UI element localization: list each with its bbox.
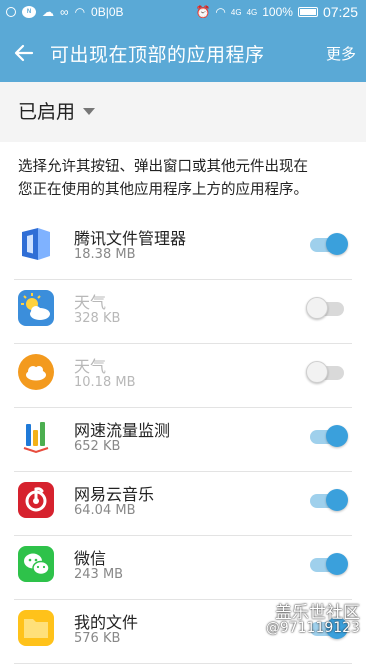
status-bar: N ☁ ∞ ◠ 0B|0B ⏰ ◠ 4G 4G 100% 07:25 [0,0,366,24]
sync-icon: ☁ [42,5,54,19]
app-list: 腾讯文件管理器 18.38 MB 天气 328 KB 天气 10.18 MB 网… [0,216,366,664]
signal-4g-2: 4G [246,7,258,17]
permission-toggle[interactable] [310,488,348,512]
app-name: 网速流量监测 [74,421,171,440]
app-row-netease-music[interactable]: 网易云音乐 64.04 MB [0,472,366,536]
page-title: 可出现在顶部的应用程序 [50,43,265,66]
network-monitor-icon [18,418,54,454]
net-speed: 0B|0B [91,5,124,19]
wifi-icon: ◠ [74,5,86,19]
app-name: 天气 [74,357,107,376]
permission-toggle[interactable] [310,232,348,256]
my-files-icon [18,610,54,646]
app-size: 328 KB [74,311,121,326]
app-name: 天气 [74,293,107,312]
app-size: 18.38 MB [74,247,136,262]
description-line-1: 选择允许其按钮、弹出窗口或其他元件出现在 [18,159,308,175]
permission-toggle[interactable] [306,360,346,384]
app-name: 微信 [74,549,107,568]
weather-icon [18,290,54,326]
description-line-2: 您正在使用的其他应用程序上方的应用程序。 [18,182,308,198]
battery-icon [297,7,318,17]
filter-label: 已启用 [18,100,76,123]
signal-4g-1: 4G [230,7,242,17]
description: 选择允许其按钮、弹出窗口或其他元件出现在 您正在使用的其他应用程序上方的应用程序… [0,142,366,216]
weather-cloud-icon [18,354,54,390]
app-name: 网易云音乐 [74,485,155,504]
wifi-signal-icon: ◠ [215,5,226,19]
notification-icon [6,7,16,17]
app-row-weather-2[interactable]: 天气 10.18 MB [0,344,366,408]
alarm-icon: ⏰ [195,5,211,19]
wechat-icon [18,546,54,582]
app-name: 腾讯文件管理器 [74,229,187,248]
arrow-left-icon [14,44,34,62]
app-row-network-monitor[interactable]: 网速流量监测 652 KB [0,408,366,472]
app-bar: 可出现在顶部的应用程序 更多 [0,24,366,82]
clock: 07:25 [322,4,358,20]
filter-dropdown[interactable]: 已启用 [0,82,366,138]
app-size: 10.18 MB [74,375,136,390]
netease-music-icon [18,482,54,518]
permission-toggle[interactable] [310,552,348,576]
app-size: 243 MB [74,567,124,582]
more-button[interactable]: 更多 [326,43,356,64]
app-name: 我的文件 [74,613,139,632]
battery-percent: 100% [262,5,293,19]
app-size: 64.04 MB [74,503,136,518]
tencent-file-manager-icon [18,226,54,262]
permission-toggle[interactable] [306,296,346,320]
nfc-icon: N [22,6,36,18]
back-button[interactable] [2,31,46,75]
app-row-wechat[interactable]: 微信 243 MB [0,536,366,600]
watermark-user: @971119123 [265,620,360,636]
caret-down-icon [83,107,96,115]
app-size: 576 KB [74,631,121,646]
loop-icon: ∞ [60,5,69,19]
permission-toggle[interactable] [310,424,348,448]
app-row-tencent-file-manager[interactable]: 腾讯文件管理器 18.38 MB [0,216,366,280]
app-size: 652 KB [74,439,121,454]
app-row-weather[interactable]: 天气 328 KB [0,280,366,344]
